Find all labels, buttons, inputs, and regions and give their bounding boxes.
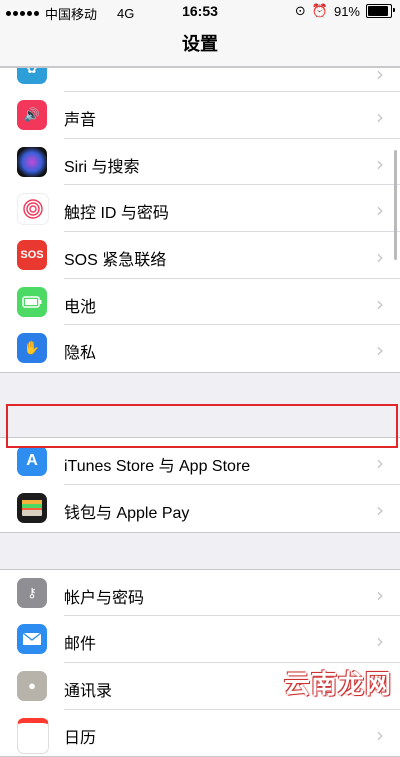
settings-row-battery[interactable]: 电池 › — [0, 279, 400, 326]
chevron-right-icon: › — [376, 498, 384, 522]
chevron-right-icon: › — [376, 152, 384, 176]
settings-row-touch-id[interactable]: 触控 ID 与密码 › — [0, 185, 400, 232]
chevron-right-icon: › — [376, 723, 384, 747]
row-label: 日历 — [64, 724, 96, 748]
settings-row-mail[interactable]: 邮件 › — [0, 616, 400, 663]
row-label: 隐私 — [64, 339, 96, 363]
settings-row-calendar[interactable]: 日历 › — [0, 710, 400, 757]
row-label: Siri 与搜索 — [64, 153, 140, 177]
fingerprint-icon — [17, 193, 49, 225]
settings-group-2: A iTunes Store 与 App Store › 钱包与 Apple P… — [0, 437, 400, 532]
status-right: ⊙ ⏰ 91% — [295, 3, 392, 19]
alarm-icon: ⏰ — [312, 3, 328, 19]
chevron-right-icon: › — [376, 629, 384, 653]
settings-row-sos[interactable]: SOS SOS 紧急联络 › — [0, 232, 400, 279]
wallpaper-icon: ✿ — [17, 68, 47, 84]
battery-icon — [366, 4, 392, 18]
settings-group-1: ✿ › 🔊 声音 › Siri 与搜索 › 触控 ID 与密码 › SOS SO… — [0, 67, 400, 373]
chevron-right-icon: › — [376, 245, 384, 269]
settings-row-privacy[interactable]: ✋ 隐私 › — [0, 325, 400, 372]
settings-row-siri[interactable]: Siri 与搜索 › — [0, 139, 400, 186]
row-label: 通讯录 — [64, 677, 112, 701]
chevron-right-icon: › — [376, 198, 384, 222]
settings-row-accounts[interactable]: ⚷ 帐户与密码 › — [0, 570, 400, 617]
row-label: 帐户与密码 — [64, 584, 144, 608]
app-store-icon: A — [17, 446, 47, 476]
sos-icon: SOS — [17, 240, 47, 270]
row-label: iTunes Store 与 App Store — [64, 452, 250, 476]
battery-icon — [17, 287, 47, 317]
row-label: 声音 — [64, 106, 96, 130]
row-label: 触控 ID 与密码 — [64, 199, 169, 223]
section-gap — [0, 373, 400, 437]
chevron-right-icon: › — [376, 68, 384, 86]
page-title: 设置 — [0, 22, 400, 67]
speaker-icon: 🔊 — [17, 100, 47, 130]
row-label: 钱包与 Apple Pay — [64, 499, 189, 523]
chevron-right-icon: › — [376, 292, 384, 316]
wallet-icon — [17, 493, 47, 523]
key-icon: ⚷ — [17, 578, 47, 608]
chevron-right-icon: › — [376, 338, 384, 362]
calendar-icon — [17, 718, 49, 754]
chevron-right-icon: › — [376, 451, 384, 475]
settings-row-itunes-app-store[interactable]: A iTunes Store 与 App Store › — [0, 438, 400, 485]
status-bar: 中国移动 4G 16:53 ⊙ ⏰ 91% — [0, 0, 400, 22]
settings-list: ✿ › 🔊 声音 › Siri 与搜索 › 触控 ID 与密码 › SOS SO… — [0, 67, 400, 757]
settings-row-wallpaper[interactable]: ✿ › — [0, 68, 400, 92]
rotation-lock-icon: ⊙ — [295, 3, 306, 19]
mail-icon — [17, 624, 47, 654]
watermark: 云南龙网 — [284, 664, 392, 701]
row-label: 电池 — [64, 293, 96, 317]
contacts-icon: ● — [17, 671, 47, 701]
siri-icon — [17, 147, 47, 177]
settings-group-3: ⚷ 帐户与密码 › 邮件 › ● 通讯录 › 日历 › — [0, 569, 400, 757]
chevron-right-icon: › — [376, 583, 384, 607]
battery-percent: 91% — [334, 4, 360, 19]
settings-row-sounds[interactable]: 🔊 声音 › — [0, 92, 400, 139]
hand-icon: ✋ — [17, 333, 47, 363]
row-label: 邮件 — [64, 630, 96, 654]
scrollbar[interactable] — [394, 150, 397, 260]
section-gap — [0, 533, 400, 569]
chevron-right-icon: › — [376, 105, 384, 129]
row-label: SOS 紧急联络 — [64, 246, 166, 270]
battery-fill — [368, 6, 388, 16]
settings-row-wallet[interactable]: 钱包与 Apple Pay › — [0, 485, 400, 532]
